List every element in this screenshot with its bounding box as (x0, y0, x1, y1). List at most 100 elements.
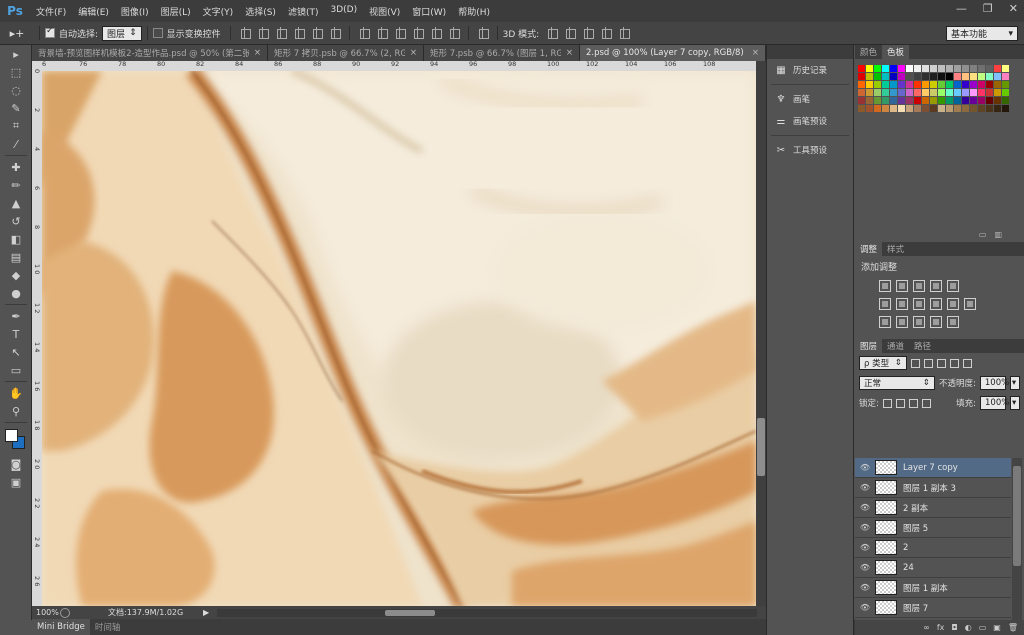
vertical-scroll-thumb[interactable] (757, 418, 765, 476)
color-swatch[interactable] (906, 73, 913, 80)
curves-icon[interactable] (913, 280, 925, 292)
menu-item[interactable]: 滤镜(T) (282, 5, 325, 18)
color-swatch[interactable] (874, 89, 881, 96)
layer-filter-dropdown[interactable]: ρ 类型 ⇕ (859, 356, 907, 370)
color-swatch[interactable] (890, 73, 897, 80)
channel-mixer-icon[interactable] (947, 298, 959, 310)
color-swatch[interactable] (882, 89, 889, 96)
tab-swatches[interactable]: 色板 (882, 45, 910, 59)
new-swatch-icon[interactable]: ▭ (979, 230, 987, 242)
filter-type-icon[interactable] (937, 358, 946, 368)
color-swatch[interactable] (970, 81, 977, 88)
color-swatch[interactable] (978, 97, 985, 104)
color-swatch[interactable] (858, 65, 865, 72)
lasso-tool-icon[interactable]: ◌ (0, 81, 32, 99)
color-swatch[interactable] (946, 89, 953, 96)
color-swatch[interactable] (898, 97, 905, 104)
blur-tool-icon[interactable]: ◆ (0, 266, 32, 284)
dodge-tool-icon[interactable]: ● (0, 284, 32, 302)
layer-row[interactable]: 👁 图层 1 副本 3 (855, 478, 1011, 498)
color-swatch[interactable] (882, 73, 889, 80)
tab-adjustments[interactable]: 调整 (855, 242, 883, 256)
dock-brush-preset[interactable]: ⚌ 画笔预设 (767, 110, 853, 132)
restore-button[interactable]: ❐ (983, 2, 993, 15)
tab-layers[interactable]: 图层 (855, 339, 883, 353)
layer-row[interactable]: 👁 Layer 7 copy (855, 458, 1011, 478)
menu-item[interactable]: 图像(I) (115, 5, 155, 18)
fx-icon[interactable]: fx (937, 623, 945, 632)
tab-mini-bridge[interactable]: Mini Bridge (32, 619, 90, 635)
menu-item[interactable]: 文字(Y) (197, 5, 240, 18)
gradient-tool-icon[interactable]: ▤ (0, 248, 32, 266)
filter-adjust-icon[interactable] (924, 358, 933, 368)
lock-all-icon[interactable] (921, 398, 931, 408)
link-layers-icon[interactable]: ∞ (923, 623, 930, 632)
color-swatch[interactable] (866, 97, 873, 104)
auto-select-target-dropdown[interactable]: 图层 ⇕ (102, 25, 142, 41)
eye-icon[interactable]: 👁 (855, 543, 875, 552)
crop-tool-icon[interactable]: ⌗ (0, 117, 32, 135)
color-swatch[interactable] (946, 73, 953, 80)
color-swatch[interactable] (986, 65, 993, 72)
dock-history[interactable]: ▦ 历史记录 (767, 59, 853, 81)
color-swatch[interactable] (922, 89, 929, 96)
color-swatch[interactable] (882, 65, 889, 72)
new-group-icon[interactable]: ▭ (979, 623, 987, 632)
color-lookup-icon[interactable] (964, 298, 976, 310)
color-swatch[interactable] (946, 105, 953, 112)
color-swatch[interactable] (874, 73, 881, 80)
color-swatch[interactable] (962, 65, 969, 72)
close-icon[interactable]: × (566, 48, 573, 58)
zoom-tool-icon[interactable]: ⚲ (0, 402, 32, 420)
document-tab[interactable]: 矩形 7 拷贝.psb @ 66.7% (2, RGB/... × (268, 45, 424, 61)
color-swatch[interactable] (970, 105, 977, 112)
color-swatch[interactable] (914, 65, 921, 72)
shape-tool-icon[interactable]: ▭ (0, 361, 32, 379)
align-top-icon[interactable] (239, 27, 251, 39)
color-swatch[interactable] (938, 89, 945, 96)
close-icon[interactable]: × (752, 48, 759, 58)
tab-styles[interactable]: 样式 (882, 242, 909, 256)
color-swatch[interactable] (1002, 65, 1009, 72)
workspace-dropdown[interactable]: 基本功能 ▾ (946, 26, 1018, 41)
color-swatch[interactable] (946, 65, 953, 72)
align-vcenter-icon[interactable] (257, 27, 269, 39)
auto-select-checkbox[interactable] (45, 26, 55, 38)
color-swatch[interactable] (954, 65, 961, 72)
color-swatch[interactable] (962, 97, 969, 104)
layers-scroll-thumb[interactable] (1013, 466, 1021, 566)
document-tab[interactable]: 背景墙-预览图样机模板2-造型作品.psd @ 50% (第二张... × (32, 45, 268, 61)
tab-paths[interactable]: 路径 (909, 339, 936, 353)
tab-color[interactable]: 颜色 (855, 45, 882, 59)
color-swatch[interactable] (922, 105, 929, 112)
eye-icon[interactable]: 👁 (855, 463, 875, 472)
fill-arrow-icon[interactable]: ▾ (1010, 396, 1020, 410)
healing-tool-icon[interactable]: ✚ (0, 158, 32, 176)
eraser-tool-icon[interactable]: ◧ (0, 230, 32, 248)
color-swatch[interactable] (978, 73, 985, 80)
tab-channels[interactable]: 通道 (882, 339, 909, 353)
menu-item[interactable]: 窗口(W) (406, 5, 452, 18)
color-swatch[interactable] (890, 81, 897, 88)
align-bottom-icon[interactable] (275, 27, 287, 39)
color-swatch[interactable] (882, 81, 889, 88)
delete-swatch-icon[interactable]: ▥ (994, 230, 1002, 242)
layer-row[interactable]: 👁 图层 1 副本 (855, 578, 1011, 598)
invert-icon[interactable] (879, 316, 891, 328)
color-swatch[interactable] (986, 97, 993, 104)
distribute-hcenter-icon[interactable] (430, 27, 442, 39)
distribute-bottom-icon[interactable] (394, 27, 406, 39)
color-swatch[interactable] (906, 97, 913, 104)
color-swatch[interactable] (962, 73, 969, 80)
filter-shape-icon[interactable] (950, 358, 959, 368)
lock-move-icon[interactable] (908, 398, 918, 408)
color-swatch[interactable] (938, 65, 945, 72)
type-tool-icon[interactable]: T (0, 325, 32, 343)
quick-mask-icon[interactable]: ◙ (0, 455, 32, 473)
screen-mode-icon[interactable]: ▣ (0, 473, 32, 491)
tab-timeline[interactable]: 时间轴 (90, 619, 126, 635)
color-swatch[interactable] (986, 105, 993, 112)
color-swatch[interactable] (858, 105, 865, 112)
color-swatch[interactable] (874, 81, 881, 88)
color-swatch[interactable] (898, 73, 905, 80)
